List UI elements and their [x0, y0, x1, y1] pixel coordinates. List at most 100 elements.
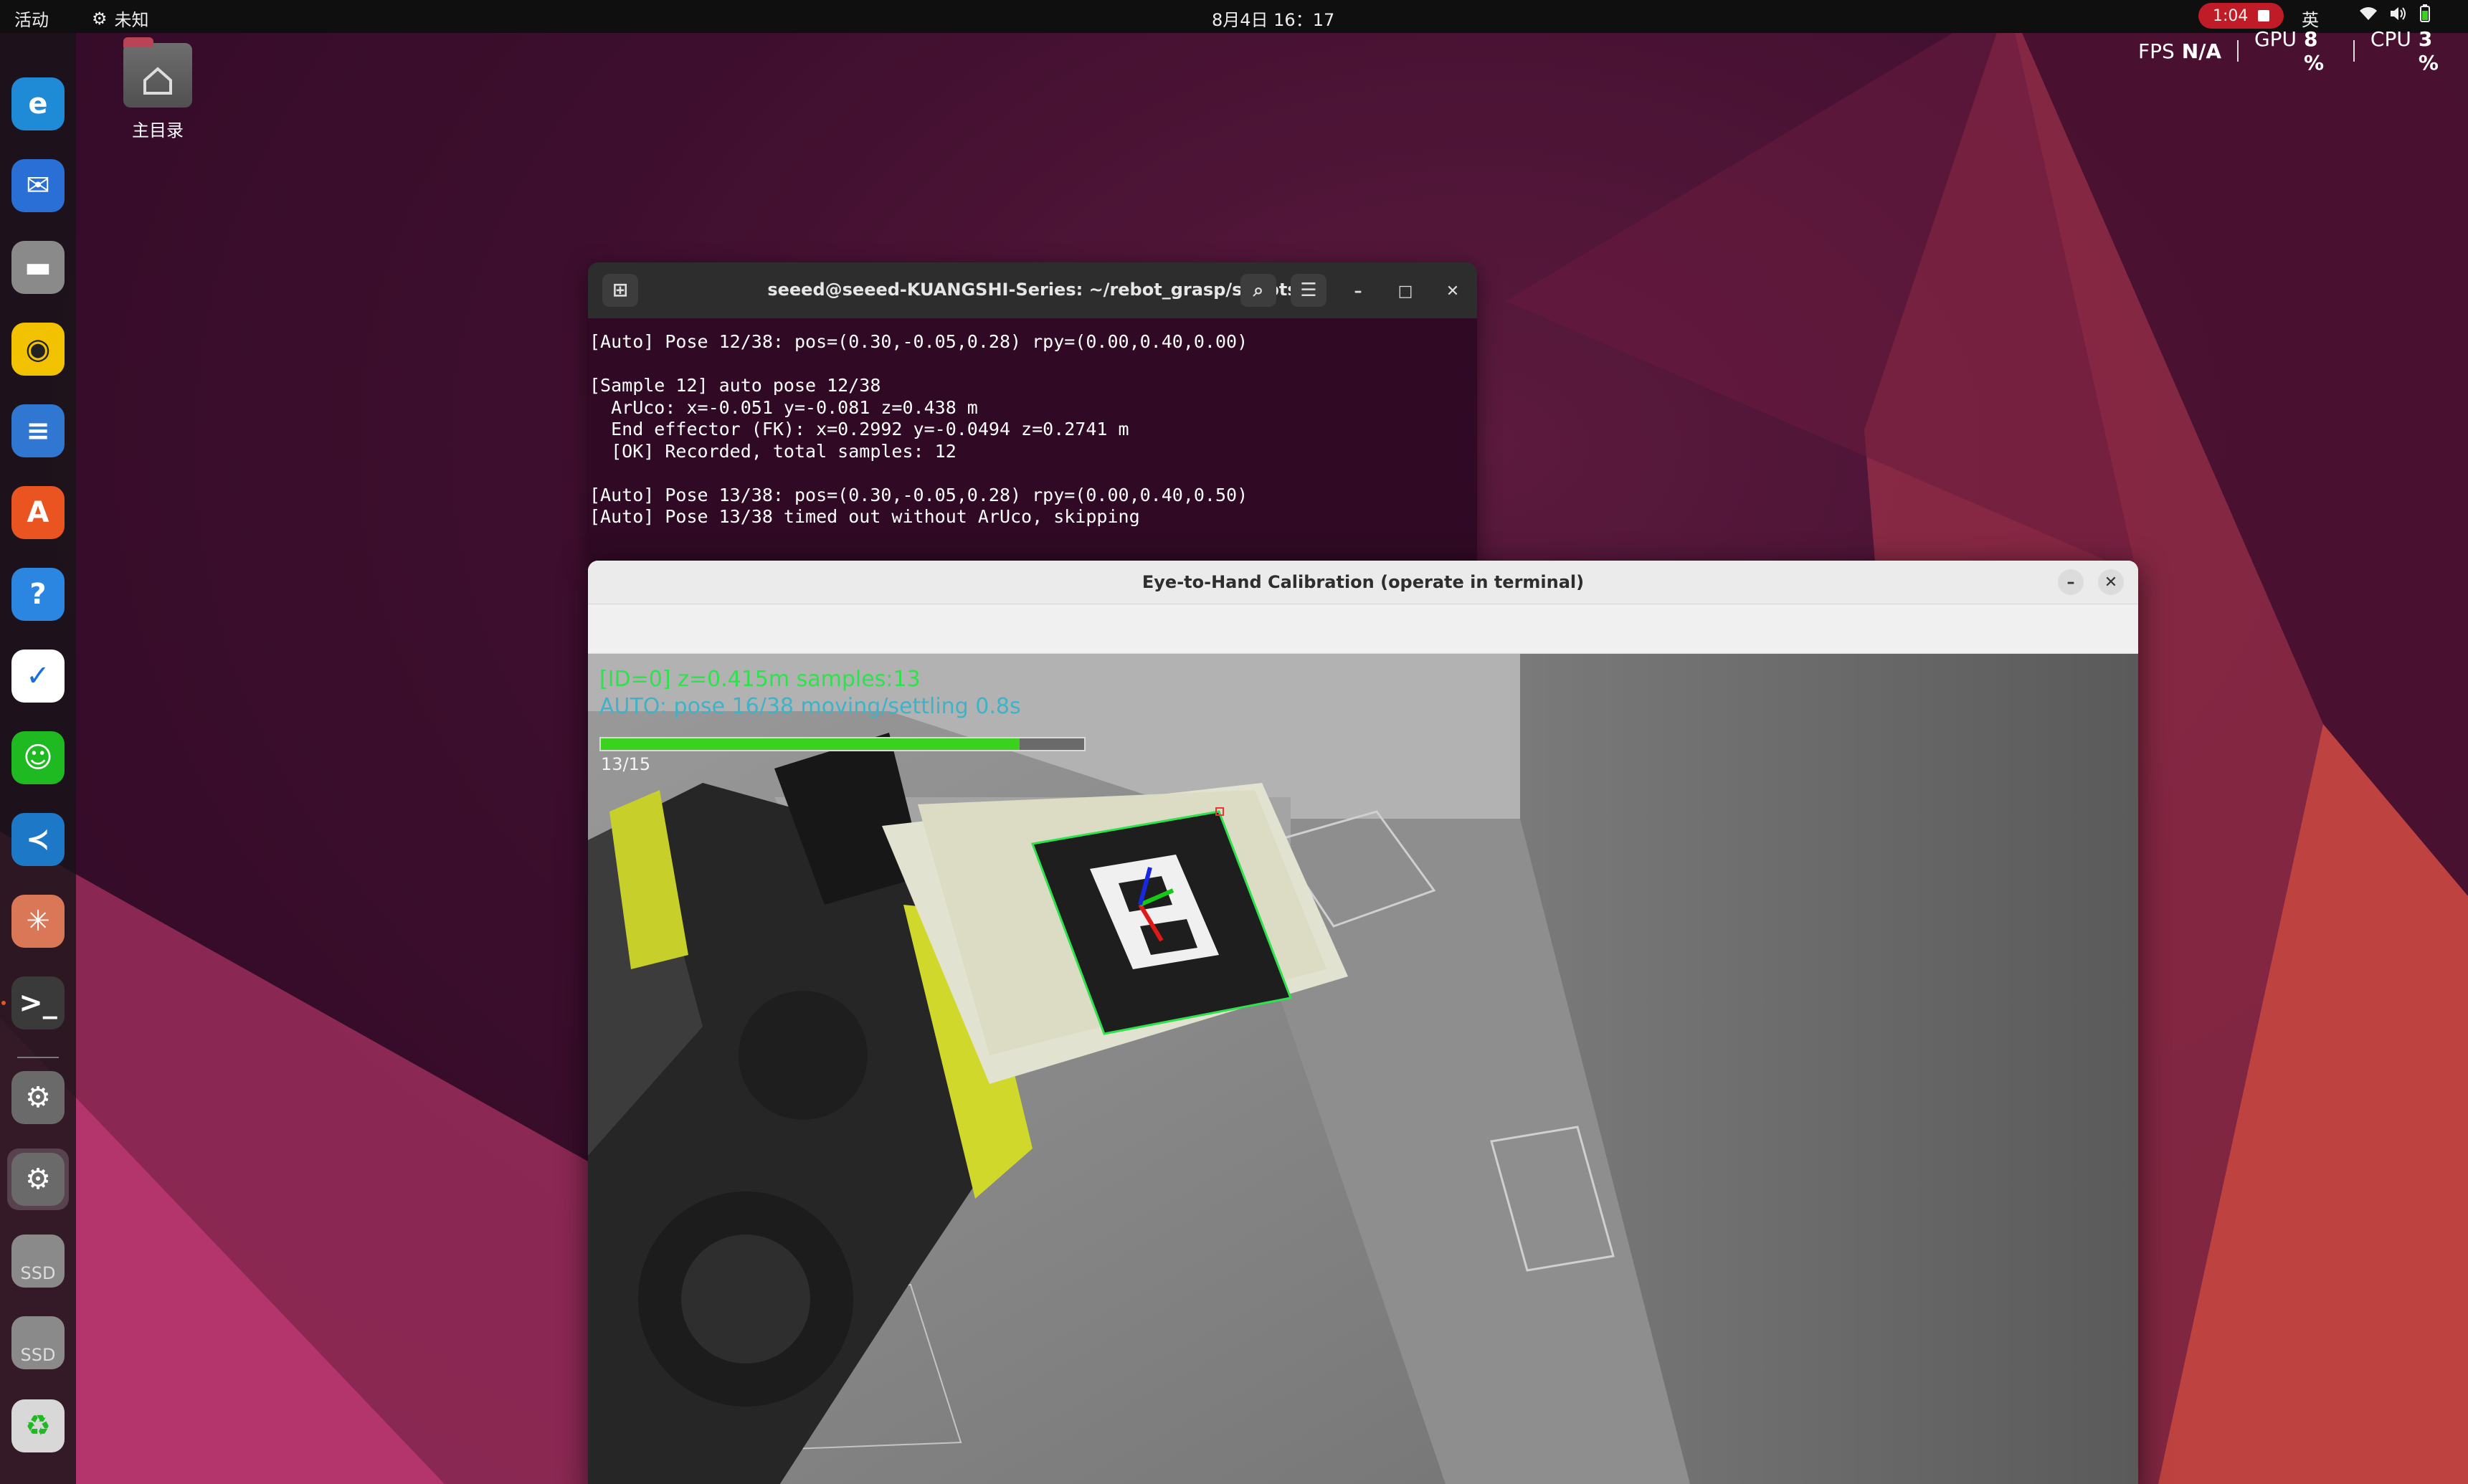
dock-item-vscode[interactable]: ≺: [7, 809, 69, 870]
calibration-toolbar: [588, 604, 2138, 654]
app-center-icon: A: [11, 486, 65, 539]
close-icon: ✕: [1446, 282, 1460, 300]
dock-item-files[interactable]: ▬: [7, 237, 69, 298]
calibration-close-button[interactable]: ✕: [2098, 569, 2124, 595]
calibration-minimize-button[interactable]: –: [2058, 569, 2084, 595]
home-folder-icon: [123, 37, 192, 108]
home-folder-label: 主目录: [132, 120, 184, 141]
battery-icon: [2419, 4, 2431, 27]
dock-separator: [17, 1057, 59, 1058]
dock-item-terminal[interactable]: >_: [7, 972, 69, 1034]
dock-item-thunderbird[interactable]: ✉: [7, 155, 69, 217]
ssd-drive-icon: SSD: [11, 1235, 65, 1288]
cpu-value: 3 %: [2418, 27, 2439, 75]
ssd-drive-icon: SSD: [11, 1316, 65, 1369]
camera-scene: [588, 654, 2138, 1484]
files-icon: ▬: [11, 241, 65, 294]
close-icon: ✕: [2104, 573, 2118, 591]
dock-item-edge-browser[interactable]: e: [7, 73, 69, 135]
screen-recording-indicator[interactable]: 1:04: [2198, 3, 2284, 29]
dock-item-ssd-drive[interactable]: SSD: [7, 1230, 69, 1292]
fps-label: FPS: [2138, 39, 2175, 63]
calibration-title: Eye-to-Hand Calibration (operate in term…: [1142, 572, 1585, 592]
drive-label: SSD: [20, 1345, 56, 1365]
gpu-value: 8 %: [2304, 27, 2325, 75]
edge-browser-icon: e: [11, 77, 65, 130]
settings-active-icon: ⚙: [11, 1153, 65, 1206]
dock-item-settings-active[interactable]: ⚙: [7, 1148, 69, 1210]
terminal-titlebar[interactable]: ⊞ seeed@seeed-KUANGSHI-Series: ~/rebot_g…: [588, 262, 1477, 318]
running-indicator: [1, 1001, 6, 1005]
terminal-menu-button[interactable]: ☰: [1291, 274, 1326, 307]
dock-item-app-center[interactable]: A: [7, 482, 69, 543]
terminal-line: [Auto] Pose 13/38 timed out without ArUc…: [589, 506, 1140, 527]
samples-progress-fill: [601, 738, 1020, 750]
dock-item-trash[interactable]: ♻: [7, 1395, 69, 1457]
terminal-window[interactable]: ⊞ seeed@seeed-KUANGSHI-Series: ~/rebot_g…: [588, 262, 1477, 563]
dock-item-writer[interactable]: ≡: [7, 400, 69, 462]
dock-item-claude[interactable]: ✳: [7, 890, 69, 952]
terminal-search-button[interactable]: ⌕: [1240, 274, 1276, 307]
dock-item-feishu[interactable]: ✓: [7, 645, 69, 707]
activities-button[interactable]: 活动: [14, 6, 49, 31]
cpu-readout: CPU 3 %: [2355, 27, 2468, 75]
terminal-line: [Auto] Pose 13/38: pos=(0.30,-0.05,0.28)…: [589, 484, 1248, 505]
desktop-home-folder[interactable]: 主目录: [115, 37, 201, 141]
fps-readout: FPS N/A: [2122, 39, 2237, 63]
dock-item-wechat[interactable]: ☺: [7, 727, 69, 789]
samples-progress-label: 13/15: [601, 754, 651, 774]
thunderbird-icon: ✉: [11, 159, 65, 212]
terminal-line: ArUco: x=-0.051 y=-0.081 z=0.438 m: [589, 396, 978, 418]
dock-item-rhythmbox[interactable]: ◉: [7, 318, 69, 380]
dock: e ✉ ▬ ◉ ≡ A? ✓ ☺ ≺ ✳ >_ ⚙ ⚙ SSD SSD ♻: [0, 33, 76, 1484]
terminal-line: [OK] Recorded, total samples: 12: [589, 440, 957, 462]
top-bar: 活动 ⚙ 未知 8月4日 16：17 1:04 英: [0, 0, 2468, 33]
resource-monitor: FPS N/A GPU 8 % CPU 3 %: [2122, 27, 2468, 75]
help-icon: ?: [11, 568, 65, 621]
trash-icon: ♻: [11, 1399, 65, 1452]
clock[interactable]: 8月4日 16：17: [1212, 6, 1334, 31]
dock-item-settings[interactable]: ⚙: [7, 1067, 69, 1128]
terminal-close-button[interactable]: ✕: [1440, 278, 1466, 304]
terminal-icon: >_: [11, 976, 65, 1029]
minimize-icon: –: [2066, 573, 2075, 591]
fps-value: N/A: [2181, 39, 2222, 63]
terminal-title: seeed@seeed-KUANGSHI-Series: ~/rebot_gra…: [767, 280, 1298, 300]
gpu-readout: GPU 8 %: [2239, 27, 2353, 75]
auto-status-text: AUTO: pose 16/38 moving/settling 0.8s: [599, 694, 1021, 719]
camera-feed: [ID=0] z=0.415m samples:13 AUTO: pose 16…: [588, 654, 2138, 1484]
wifi-icon: [2359, 6, 2378, 26]
hamburger-menu-icon: ☰: [1300, 280, 1317, 301]
app-menu-label: 未知: [114, 10, 149, 30]
minimize-icon: –: [1354, 282, 1362, 300]
system-tray[interactable]: [2359, 4, 2431, 27]
app-menu-icon: ⚙: [92, 8, 108, 29]
terminal-maximize-button[interactable]: □: [1392, 278, 1418, 304]
cpu-label: CPU: [2370, 27, 2411, 51]
terminal-output[interactable]: [Auto] Pose 12/38: pos=(0.30,-0.05,0.28)…: [588, 318, 1477, 528]
search-icon: ⌕: [1253, 279, 1264, 301]
claude-icon: ✳: [11, 895, 65, 948]
volume-icon: [2389, 5, 2408, 27]
calibration-titlebar[interactable]: Eye-to-Hand Calibration (operate in term…: [588, 561, 2138, 604]
wechat-icon: ☺: [11, 731, 65, 784]
gpu-label: GPU: [2254, 27, 2297, 51]
recording-time: 1:04: [2213, 6, 2249, 25]
writer-icon: ≡: [11, 404, 65, 457]
terminal-line: End effector (FK): x=0.2992 y=-0.0494 z=…: [589, 419, 1129, 439]
drive-label: SSD: [20, 1263, 56, 1283]
dock-item-ssd-drive[interactable]: SSD: [7, 1312, 69, 1374]
aruco-status-text: [ID=0] z=0.415m samples:13: [599, 667, 921, 692]
terminal-line: [Sample 12] auto pose 12/38: [589, 375, 881, 396]
app-menu[interactable]: ⚙ 未知: [92, 6, 149, 31]
dock-item-help[interactable]: ?: [7, 563, 69, 625]
calibration-window[interactable]: Eye-to-Hand Calibration (operate in term…: [588, 561, 2138, 1484]
stop-recording-icon: [2258, 10, 2270, 22]
terminal-line: [Auto] Pose 12/38: pos=(0.30,-0.05,0.28)…: [589, 331, 1248, 352]
settings-icon: ⚙: [11, 1071, 65, 1124]
terminal-minimize-button[interactable]: –: [1345, 278, 1371, 304]
samples-progress-bar: [599, 737, 1086, 751]
vscode-icon: ≺: [11, 813, 65, 866]
